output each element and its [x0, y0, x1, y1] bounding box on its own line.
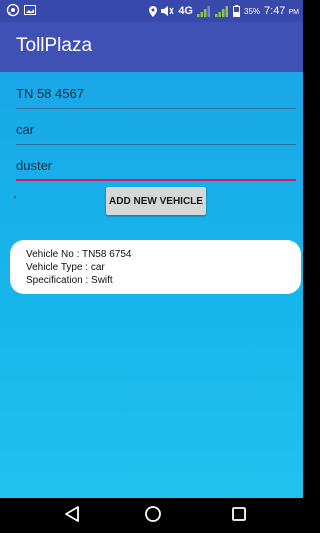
vehicle-card-type: Vehicle Type : car	[26, 262, 105, 273]
location-icon	[149, 5, 158, 17]
back-triangle-icon[interactable]	[64, 505, 80, 523]
main-content: TN 58 4567 car duster ADD NEW VEHICLE Ve…	[0, 72, 303, 498]
clock-time: 7:47	[264, 5, 286, 17]
clock-ampm: PM	[288, 9, 300, 16]
hidden-field-dot	[14, 196, 16, 198]
specification-value: duster	[16, 158, 53, 173]
vehicle-number-underline	[16, 108, 296, 109]
vehicle-card-specification: Specification : Swift	[26, 275, 113, 286]
recents-square-icon[interactable]	[231, 505, 247, 523]
whatsapp-icon	[6, 3, 20, 17]
vehicle-type-field[interactable]: car	[16, 119, 296, 145]
specification-underline	[16, 179, 296, 181]
signal-icon	[197, 5, 210, 17]
battery-level: 35%	[244, 6, 261, 16]
add-new-vehicle-button[interactable]: ADD NEW VEHICLE	[106, 187, 206, 215]
volume-icon	[161, 6, 174, 16]
app-title: TollPlaza	[16, 35, 93, 56]
battery-icon	[233, 5, 240, 17]
image-icon	[24, 5, 36, 15]
vehicle-type-underline	[16, 144, 296, 145]
vehicle-number-field[interactable]: TN 58 4567	[16, 83, 296, 109]
signal-icon	[215, 5, 228, 17]
navigation-bar	[0, 498, 303, 533]
app-bar: TollPlaza	[0, 22, 303, 72]
status-bar: 4G 35% 7:47 PM	[0, 0, 303, 22]
vehicle-card[interactable]: Vehicle No : TN58 6754 Vehicle Type : ca…	[10, 240, 301, 294]
home-circle-icon[interactable]	[144, 505, 162, 523]
network-type: 4G	[178, 5, 193, 17]
specification-field[interactable]: duster	[16, 155, 296, 181]
vehicle-card-number: Vehicle No : TN58 6754	[26, 249, 132, 260]
vehicle-type-value: car	[16, 122, 35, 137]
clock: 7:47 PM	[264, 5, 299, 17]
status-right-icons: 4G 35% 7:47 PM	[149, 0, 299, 22]
status-left-icons	[6, 3, 36, 17]
vehicle-number-value: TN 58 4567	[16, 86, 84, 101]
